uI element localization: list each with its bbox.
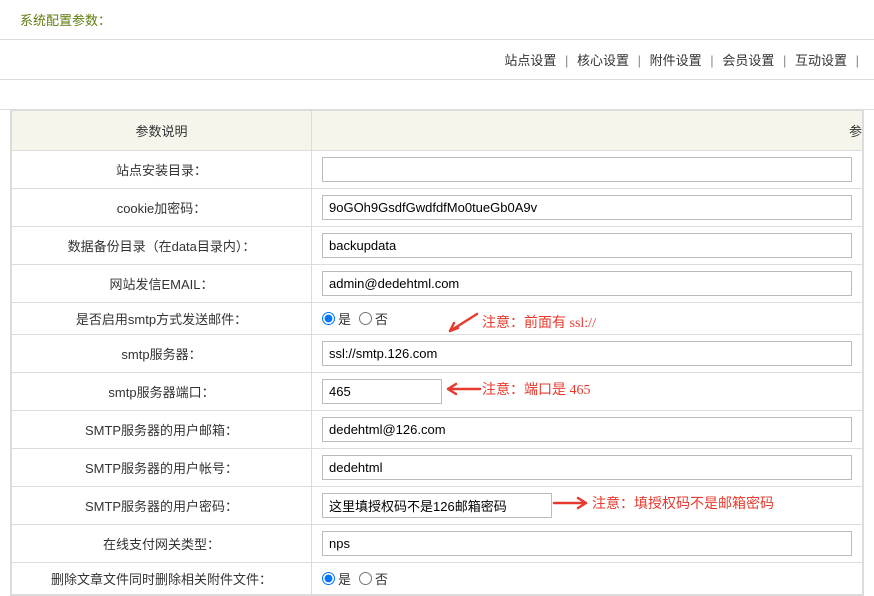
input-site-email[interactable] bbox=[322, 271, 852, 296]
input-smtp-server[interactable] bbox=[322, 341, 852, 366]
label-smtp-server: smtp服务器： bbox=[12, 335, 312, 373]
radio-del-yes[interactable]: 是 bbox=[322, 569, 351, 588]
input-install-dir[interactable] bbox=[322, 157, 852, 182]
header-param-desc: 参数说明 bbox=[12, 111, 312, 151]
row-smtp-email: SMTP服务器的用户邮箱： bbox=[12, 411, 863, 449]
row-smtp-port: smtp服务器端口： 注意：端口是 465 bbox=[12, 373, 863, 411]
row-smtp-user: SMTP服务器的用户帐号： bbox=[12, 449, 863, 487]
row-site-email: 网站发信EMAIL： bbox=[12, 265, 863, 303]
tab-separator: | bbox=[856, 53, 859, 68]
label-del-attach: 删除文章文件同时删除相关附件文件： bbox=[12, 563, 312, 595]
tab-separator: | bbox=[783, 53, 786, 68]
label-smtp-enable: 是否启用smtp方式发送邮件： bbox=[12, 303, 312, 335]
input-smtp-user[interactable] bbox=[322, 455, 852, 480]
row-smtp-enable: 是否启用smtp方式发送邮件： 是 否 bbox=[12, 303, 863, 335]
input-pay-gateway[interactable] bbox=[322, 531, 852, 556]
tab-site[interactable]: 站点设置 bbox=[504, 53, 556, 68]
radio-group-del-attach: 是 否 bbox=[322, 569, 852, 588]
header-param-value: 参 bbox=[312, 111, 863, 151]
tab-separator: | bbox=[638, 53, 641, 68]
label-backup-dir: 数据备份目录（在data目录内）： bbox=[12, 227, 312, 265]
tab-separator: | bbox=[565, 53, 568, 68]
label-smtp-port: smtp服务器端口： bbox=[12, 373, 312, 411]
label-smtp-user: SMTP服务器的用户帐号： bbox=[12, 449, 312, 487]
radio-smtp-yes[interactable]: 是 bbox=[322, 309, 351, 328]
tab-core[interactable]: 核心设置 bbox=[577, 53, 629, 68]
radio-del-no[interactable]: 否 bbox=[359, 569, 388, 588]
arrow-icon bbox=[442, 381, 482, 397]
label-smtp-pass: SMTP服务器的用户密码： bbox=[12, 487, 312, 525]
config-table: 参数说明 参 站点安装目录： cookie加密码： 数据备份目录（在data目录… bbox=[11, 110, 863, 595]
annotation-port: 注意：端口是 465 bbox=[442, 379, 591, 399]
row-backup-dir: 数据备份目录（在data目录内）： bbox=[12, 227, 863, 265]
annotation-pass: 注意：填授权码不是邮箱密码 bbox=[552, 493, 774, 513]
label-pay-gateway: 在线支付网关类型： bbox=[12, 525, 312, 563]
row-install-dir: 站点安装目录： bbox=[12, 151, 863, 189]
input-smtp-port[interactable] bbox=[322, 379, 442, 404]
tab-attach[interactable]: 附件设置 bbox=[650, 53, 702, 68]
label-site-email: 网站发信EMAIL： bbox=[12, 265, 312, 303]
config-table-wrap: 参数说明 参 站点安装目录： cookie加密码： 数据备份目录（在data目录… bbox=[10, 110, 864, 596]
label-smtp-email: SMTP服务器的用户邮箱： bbox=[12, 411, 312, 449]
label-install-dir: 站点安装目录： bbox=[12, 151, 312, 189]
input-smtp-email[interactable] bbox=[322, 417, 852, 442]
row-pay-gateway: 在线支付网关类型： bbox=[12, 525, 863, 563]
row-cookie-pwd: cookie加密码： bbox=[12, 189, 863, 227]
row-smtp-pass: SMTP服务器的用户密码： 注意：填授权码不是邮箱密码 bbox=[12, 487, 863, 525]
nav-tabs: 站点设置 | 核心设置 | 附件设置 | 会员设置 | 互动设置 | bbox=[0, 40, 874, 80]
radio-smtp-no[interactable]: 否 bbox=[359, 309, 388, 328]
tab-separator: | bbox=[710, 53, 713, 68]
arrow-icon bbox=[552, 495, 592, 511]
input-cookie-pwd[interactable] bbox=[322, 195, 852, 220]
radio-group-smtp-enable: 是 否 bbox=[322, 309, 852, 328]
tab-member[interactable]: 会员设置 bbox=[722, 53, 774, 68]
spacer bbox=[0, 80, 874, 110]
input-smtp-pass[interactable] bbox=[322, 493, 552, 518]
page-title: 系统配置参数： bbox=[0, 0, 874, 40]
row-del-attach: 删除文章文件同时删除相关附件文件： 是 否 bbox=[12, 563, 863, 595]
row-smtp-server: smtp服务器： 注意：前面有 ssl:// bbox=[12, 335, 863, 373]
input-backup-dir[interactable] bbox=[322, 233, 852, 258]
label-cookie-pwd: cookie加密码： bbox=[12, 189, 312, 227]
tab-interact[interactable]: 互动设置 bbox=[795, 53, 847, 68]
